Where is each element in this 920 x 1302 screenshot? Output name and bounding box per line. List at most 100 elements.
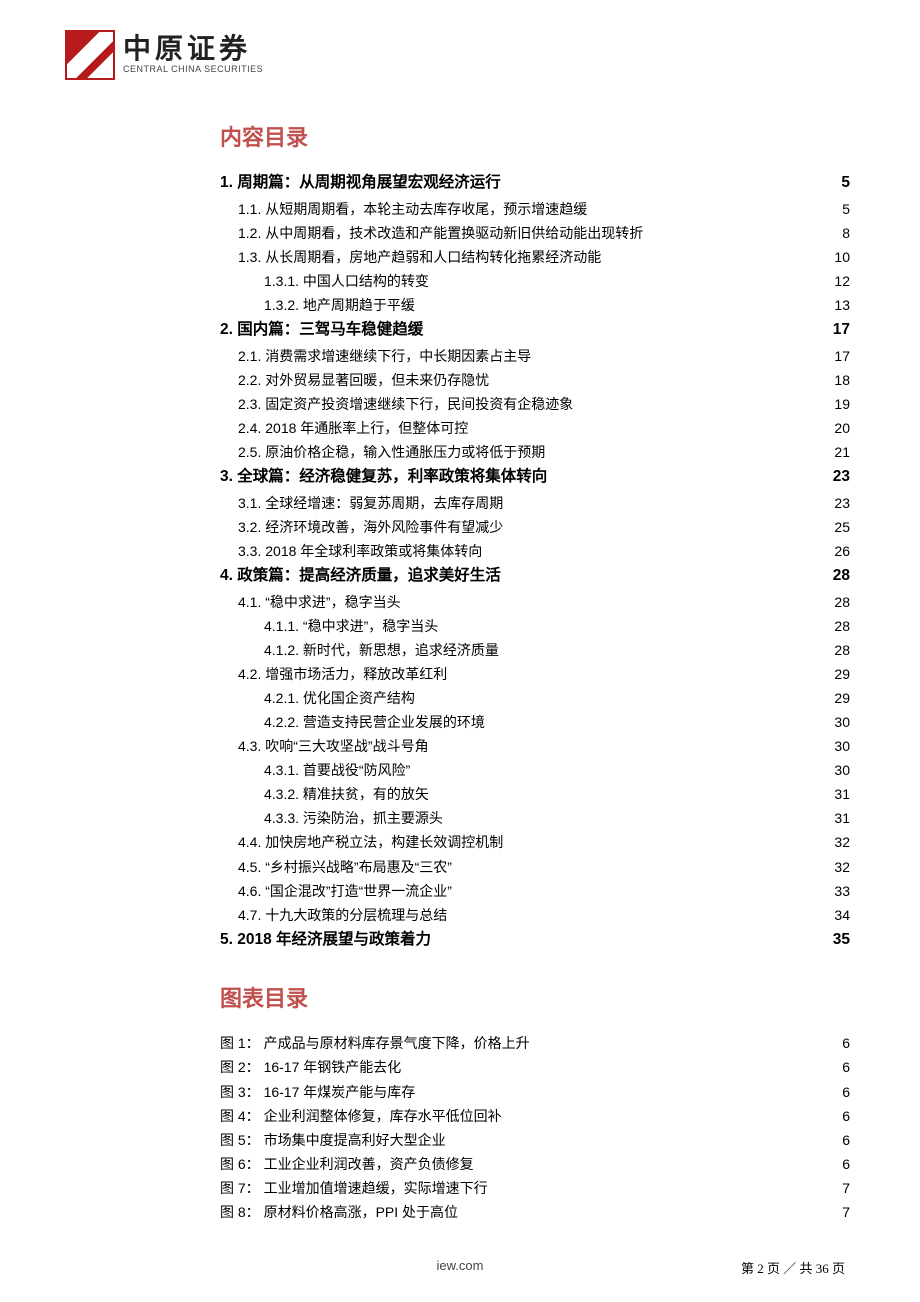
toc-entry-page: 29 (834, 662, 850, 686)
toc-entry[interactable]: 4.4. 加快房地产税立法，构建长效调控机制 32 (220, 830, 850, 854)
toc-entry[interactable]: 1.3.2. 地产周期趋于平缓 13 (220, 293, 850, 317)
footer-url: iew.com (437, 1258, 484, 1273)
toc-entry[interactable]: 1.1. 从短期周期看，本轮主动去库存收尾，预示增速趋缓 5 (220, 197, 850, 221)
toc-entry[interactable]: 3.3. 2018 年全球利率政策或将集体转向 26 (220, 539, 850, 563)
toc-entry-page: 17 (834, 344, 850, 368)
toc-entry-label: 2.4. 2018 年通胀率上行，但整体可控 (238, 416, 468, 440)
toc-entry[interactable]: 2.4. 2018 年通胀率上行，但整体可控 20 (220, 416, 850, 440)
toc-entry-label: 2. 国内篇：三驾马车稳健趋缓 (220, 317, 423, 344)
figure-entry[interactable]: 图 2： 16-17 年钢铁产能去化 6 (220, 1055, 850, 1079)
toc-entry-label: 3.2. 经济环境改善，海外风险事件有望减少 (238, 515, 503, 539)
figure-entry[interactable]: 图 6： 工业企业利润改善，资产负债修复 6 (220, 1152, 850, 1176)
figure-entry-page: 6 (842, 1128, 850, 1152)
toc-entry-page: 28 (834, 614, 850, 638)
toc-entry[interactable]: 1.3. 从长周期看，房地产趋弱和人口结构转化拖累经济动能 10 (220, 245, 850, 269)
toc-entry[interactable]: 4.1.2. 新时代，新思想，追求经济质量 28 (220, 638, 850, 662)
toc-entry[interactable]: 4.3. 吹响“三大攻坚战”战斗号角 30 (220, 734, 850, 758)
toc-entry-label: 4.1.1. “稳中求进”，稳字当头 (264, 614, 438, 638)
toc-entry[interactable]: 4.3.2. 精准扶贫，有的放矢 31 (220, 782, 850, 806)
toc-entry[interactable]: 4.2.1. 优化国企资产结构 29 (220, 686, 850, 710)
figure-entry-page: 6 (842, 1031, 850, 1055)
figure-entry-label: 图 1： 产成品与原材料库存景气度下降，价格上升 (220, 1031, 530, 1055)
toc-entry[interactable]: 4.7. 十九大政策的分层梳理与总结 34 (220, 903, 850, 927)
toc-entry-page: 10 (834, 245, 850, 269)
toc-entry[interactable]: 4. 政策篇：提高经济质量，追求美好生活 28 (220, 563, 850, 590)
toc-entry[interactable]: 2.5. 原油价格企稳，输入性通胀压力或将低于预期 21 (220, 440, 850, 464)
toc-entry-page: 25 (834, 515, 850, 539)
toc-entry-page: 28 (833, 563, 850, 590)
figure-entry[interactable]: 图 3： 16-17 年煤炭产能与库存 6 (220, 1080, 850, 1104)
toc-entry-page: 8 (842, 221, 850, 245)
toc-entry-label: 4. 政策篇：提高经济质量，追求美好生活 (220, 563, 501, 590)
toc-entry-label: 4.2. 增强市场活力，释放改革红利 (238, 662, 447, 686)
toc-entry-page: 23 (834, 491, 850, 515)
toc-entry[interactable]: 2.2. 对外贸易显著回暖，但未来仍存隐忧 18 (220, 368, 850, 392)
toc-entry-page: 5 (841, 170, 850, 197)
toc-entry-page: 26 (834, 539, 850, 563)
figure-list: 图 1： 产成品与原材料库存景气度下降，价格上升 6图 2： 16-17 年钢铁… (220, 1031, 850, 1224)
page-footer: iew.com 第 2 页 ／ 共 36 页 (0, 1258, 920, 1277)
figure-entry[interactable]: 图 7： 工业增加值增速趋缓，实际增速下行 7 (220, 1176, 850, 1200)
toc-entry[interactable]: 4.2. 增强市场活力，释放改革红利 29 (220, 662, 850, 686)
toc-entry-label: 4.3.1. 首要战役“防风险” (264, 758, 410, 782)
figure-entry[interactable]: 图 1： 产成品与原材料库存景气度下降，价格上升 6 (220, 1031, 850, 1055)
toc-entry[interactable]: 4.5. “乡村振兴战略”布局惠及“三农” 32 (220, 855, 850, 879)
figure-entry-label: 图 6： 工业企业利润改善，资产负债修复 (220, 1152, 474, 1176)
toc-entry[interactable]: 4.1. “稳中求进”，稳字当头 28 (220, 590, 850, 614)
toc-entry-label: 4.1. “稳中求进”，稳字当头 (238, 590, 401, 614)
toc-entry[interactable]: 2.3. 固定资产投资增速继续下行，民间投资有企稳迹象 19 (220, 392, 850, 416)
toc-entry[interactable]: 4.3.1. 首要战役“防风险” 30 (220, 758, 850, 782)
toc-entry[interactable]: 5. 2018 年经济展望与政策着力 35 (220, 927, 850, 954)
figures-heading: 图表目录 (220, 981, 850, 1013)
figure-entry[interactable]: 图 4： 企业利润整体修复，库存水平低位回补 6 (220, 1104, 850, 1128)
toc-entry-page: 30 (834, 710, 850, 734)
toc-entry-label: 2.2. 对外贸易显著回暖，但未来仍存隐忧 (238, 368, 489, 392)
toc-entry[interactable]: 4.6. “国企混改”打造“世界一流企业” 33 (220, 879, 850, 903)
figure-entry-page: 6 (842, 1055, 850, 1079)
toc-entry[interactable]: 4.3.3. 污染防治，抓主要源头 31 (220, 806, 850, 830)
figure-entry-page: 6 (842, 1104, 850, 1128)
toc-entry[interactable]: 1.2. 从中周期看，技术改造和产能置换驱动新旧供给动能出现转折 8 (220, 221, 850, 245)
toc-entry[interactable]: 3. 全球篇：经济稳健复苏，利率政策将集体转向 23 (220, 464, 850, 491)
toc-entry[interactable]: 4.2.2. 营造支持民营企业发展的环境 30 (220, 710, 850, 734)
toc-entry[interactable]: 3.1. 全球经增速：弱复苏周期，去库存周期 23 (220, 491, 850, 515)
toc-entry-label: 2.3. 固定资产投资增速继续下行，民间投资有企稳迹象 (238, 392, 573, 416)
toc-entry-page: 19 (834, 392, 850, 416)
figure-entry-page: 6 (842, 1152, 850, 1176)
toc-entry-page: 28 (834, 590, 850, 614)
figure-entry-label: 图 3： 16-17 年煤炭产能与库存 (220, 1080, 415, 1104)
toc-entry-label: 1.3.1. 中国人口结构的转变 (264, 269, 429, 293)
toc-entry[interactable]: 4.1.1. “稳中求进”，稳字当头 28 (220, 614, 850, 638)
toc-entry-page: 17 (833, 317, 850, 344)
toc-list: 1. 周期篇：从周期视角展望宏观经济运行 51.1. 从短期周期看，本轮主动去库… (220, 170, 850, 953)
brand-name-en: CENTRAL CHINA SECURITIES (123, 64, 263, 74)
toc-entry-label: 5. 2018 年经济展望与政策着力 (220, 927, 431, 954)
toc-entry-page: 31 (834, 806, 850, 830)
toc-entry-label: 4.3. 吹响“三大攻坚战”战斗号角 (238, 734, 429, 758)
toc-entry-label: 2.5. 原油价格企稳，输入性通胀压力或将低于预期 (238, 440, 545, 464)
figure-entry-label: 图 7： 工业增加值增速趋缓，实际增速下行 (220, 1176, 488, 1200)
toc-entry[interactable]: 1.3.1. 中国人口结构的转变 12 (220, 269, 850, 293)
toc-entry-page: 18 (834, 368, 850, 392)
toc-entry-page: 29 (834, 686, 850, 710)
toc-entry[interactable]: 3.2. 经济环境改善，海外风险事件有望减少 25 (220, 515, 850, 539)
toc-entry[interactable]: 2. 国内篇：三驾马车稳健趋缓 17 (220, 317, 850, 344)
figure-entry[interactable]: 图 5： 市场集中度提高利好大型企业 6 (220, 1128, 850, 1152)
logo-icon (65, 30, 115, 80)
figure-entry-label: 图 5： 市场集中度提高利好大型企业 (220, 1128, 446, 1152)
toc-entry-label: 4.3.2. 精准扶贫，有的放矢 (264, 782, 429, 806)
toc-entry-page: 5 (842, 197, 850, 221)
toc-entry-page: 21 (834, 440, 850, 464)
figure-entry-page: 7 (842, 1176, 850, 1200)
toc-entry[interactable]: 2.1. 消费需求增速继续下行，中长期因素占主导 17 (220, 344, 850, 368)
toc-entry-label: 3.3. 2018 年全球利率政策或将集体转向 (238, 539, 482, 563)
brand-name-cn: 中原证券 (123, 36, 263, 64)
toc-entry-page: 35 (833, 927, 850, 954)
brand-logo: 中原证券 CENTRAL CHINA SECURITIES (65, 30, 845, 80)
toc-entry-page: 31 (834, 782, 850, 806)
figure-entry[interactable]: 图 8： 原材料价格高涨，PPI 处于高位 7 (220, 1200, 850, 1224)
toc-entry[interactable]: 1. 周期篇：从周期视角展望宏观经济运行 5 (220, 170, 850, 197)
toc-entry-label: 1.3.2. 地产周期趋于平缓 (264, 293, 415, 317)
toc-entry-label: 3.1. 全球经增速：弱复苏周期，去库存周期 (238, 491, 503, 515)
toc-entry-page: 13 (834, 293, 850, 317)
